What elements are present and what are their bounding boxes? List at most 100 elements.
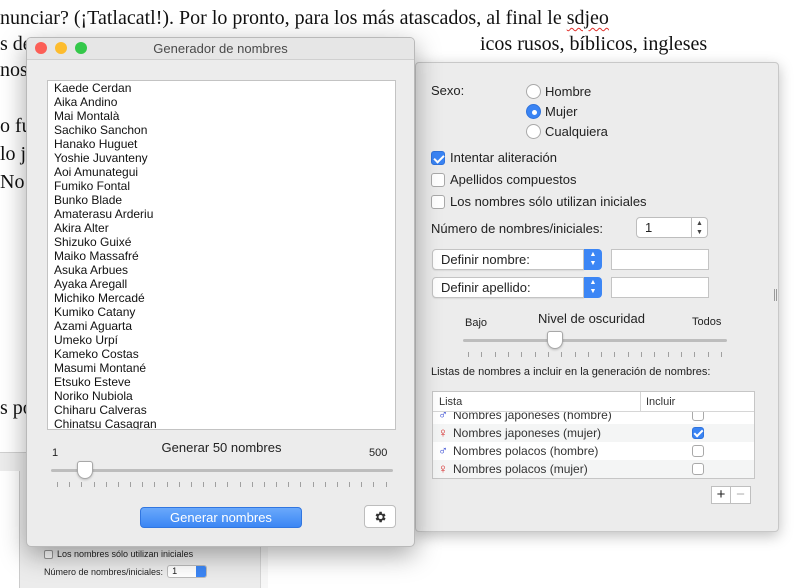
name-list-item[interactable]: Amaterasu Arderiu xyxy=(48,207,395,221)
add-list-button[interactable]: + xyxy=(711,486,731,504)
popup-arrows-icon[interactable]: ▲ ▼ xyxy=(584,277,602,298)
first-name-popup-label[interactable]: Definir nombre: xyxy=(432,249,584,270)
name-list-item[interactable]: Hanako Huguet xyxy=(48,137,395,151)
compound-surnames-checkbox[interactable] xyxy=(431,172,445,187)
table-header: Lista Incluir xyxy=(433,392,754,412)
darkness-slider-knob[interactable] xyxy=(547,331,564,349)
first-name-popup[interactable]: Definir nombre: ▲ ▼ xyxy=(432,249,602,270)
include-checkbox[interactable] xyxy=(691,463,704,475)
stepper-arrows-icon[interactable]: ▲ ▼ xyxy=(692,217,708,238)
bg-initials-checkbox[interactable] xyxy=(44,549,53,559)
slider-tick xyxy=(190,482,192,487)
window-title: Generador de nombres xyxy=(153,41,288,56)
first-name-field[interactable] xyxy=(611,249,709,270)
table-row[interactable]: ♂ Nombres polacos (hombre) xyxy=(433,442,754,460)
generated-names-list[interactable]: Kaede Cerdan Aika Andino Mai Montalà Sachik… xyxy=(47,80,396,430)
name-list-item[interactable]: Chiharu Calveras xyxy=(48,403,395,417)
name-list-item[interactable]: Ayaka Aregall xyxy=(48,277,395,291)
name-lists-table[interactable]: Lista Incluir ♂ Nombres japoneses (hombre… xyxy=(432,391,755,479)
darkness-slider-track[interactable] xyxy=(463,339,727,342)
include-checkbox[interactable] xyxy=(691,445,704,457)
include-checkbox-wrap[interactable] xyxy=(691,445,704,457)
last-name-popup[interactable]: Definir apellido: ▲ ▼ xyxy=(432,277,602,298)
name-list-item[interactable]: Kumiko Catany xyxy=(48,305,395,319)
initials-only-checkbox[interactable] xyxy=(431,194,445,209)
name-list-item[interactable]: Aika Andino xyxy=(48,95,395,109)
slider-tick xyxy=(239,482,241,487)
doc-line-3-text: nos xyxy=(0,59,28,81)
misspelled-word[interactable]: sdjeo xyxy=(567,7,609,29)
doc-line-6: No xyxy=(0,170,24,194)
name-list-item[interactable]: Aoi Amunategui xyxy=(48,165,395,179)
bg-initials-checkbox-row[interactable]: Los nombres sólo utilizan iniciales xyxy=(44,549,193,559)
slider-tick xyxy=(601,352,603,357)
name-list-item[interactable]: Sachiko Sanchon xyxy=(48,123,395,137)
name-list-item[interactable]: Noriko Nubiola xyxy=(48,389,395,403)
name-count-value[interactable]: 1 xyxy=(636,217,692,238)
slider-tick xyxy=(154,482,156,487)
include-checkbox-wrap[interactable] xyxy=(691,412,704,421)
count-slider-track[interactable] xyxy=(51,469,393,472)
name-list-item[interactable]: Kameko Costas xyxy=(48,347,395,361)
name-list-item[interactable]: Etsuko Esteve xyxy=(48,375,395,389)
last-name-field[interactable] xyxy=(611,277,709,298)
count-slider-min: 1 xyxy=(52,447,59,459)
alliteration-label: Intentar aliteración xyxy=(450,150,557,165)
include-checkbox-wrap[interactable] xyxy=(691,463,704,475)
slider-tick xyxy=(166,482,168,487)
settings-button[interactable] xyxy=(364,505,396,528)
initials-only-checkbox-row[interactable]: Los nombres sólo utilizan iniciales xyxy=(431,194,647,209)
remove-list-button[interactable]: − xyxy=(731,486,751,504)
column-header-list[interactable]: Lista xyxy=(433,392,641,411)
alliteration-checkbox[interactable] xyxy=(431,150,445,165)
count-slider-knob[interactable] xyxy=(77,461,94,479)
title-bar[interactable]: Generador de nombres xyxy=(27,38,414,60)
slider-tick xyxy=(130,482,132,487)
name-list-item[interactable]: Shizuko Guixé xyxy=(48,235,395,249)
bg-count-stepper[interactable]: 1 xyxy=(167,565,208,578)
include-checkbox[interactable] xyxy=(691,412,704,421)
name-list-item[interactable]: Azami Aguarta xyxy=(48,319,395,333)
name-list-item[interactable]: Michiko Mercadé xyxy=(48,291,395,305)
include-checkbox[interactable] xyxy=(691,427,704,439)
table-row[interactable]: ♀ Nombres japoneses (mujer) xyxy=(433,424,754,442)
alliteration-checkbox-row[interactable]: Intentar aliteración xyxy=(431,150,557,165)
name-list-item[interactable]: Bunko Blade xyxy=(48,193,395,207)
popup-arrows-icon[interactable]: ▲ ▼ xyxy=(584,249,602,270)
name-list-item[interactable]: Yoshie Juvanteny xyxy=(48,151,395,165)
lists-caption: Listas de nombres a incluir en la genera… xyxy=(431,366,711,378)
last-name-popup-label[interactable]: Definir apellido: xyxy=(432,277,584,298)
initials-only-label: Los nombres sólo utilizan iniciales xyxy=(450,194,647,209)
slider-tick xyxy=(142,482,144,487)
slider-tick xyxy=(681,352,682,357)
name-list-item[interactable]: Maiko Massafré xyxy=(48,249,395,263)
name-count-label: Número de nombres/iniciales: xyxy=(431,221,603,236)
name-list-item[interactable]: Asuka Arbues xyxy=(48,263,395,277)
generate-names-button[interactable]: Generar nombres xyxy=(140,507,302,528)
column-header-include[interactable]: Incluir xyxy=(641,392,675,411)
name-list-item[interactable]: Fumiko Fontal xyxy=(48,179,395,193)
name-list-item[interactable]: Akira Alter xyxy=(48,221,395,235)
name-list-item[interactable]: Masumi Montané xyxy=(48,361,395,375)
name-list-item[interactable]: Chinatsu Casagran xyxy=(48,417,395,429)
radio-cualquiera-indicator[interactable] xyxy=(526,124,541,139)
compound-surnames-label: Apellidos compuestos xyxy=(450,172,577,187)
table-row[interactable]: ♂ Nombres japoneses (hombre) xyxy=(433,412,754,424)
radio-hombre-indicator[interactable] xyxy=(526,84,541,99)
table-row[interactable]: ♀ Nombres polacos (mujer) xyxy=(433,460,754,478)
bg-count-stepper-arrows[interactable] xyxy=(196,566,207,577)
radio-mujer-indicator[interactable] xyxy=(526,104,541,119)
name-list-item[interactable]: Kaede Cerdan xyxy=(48,81,395,95)
include-checkbox-wrap[interactable] xyxy=(691,427,704,439)
sex-radio-hombre[interactable]: Hombre xyxy=(526,84,591,99)
compound-surnames-checkbox-row[interactable]: Apellidos compuestos xyxy=(431,172,576,187)
sex-radio-cualquiera[interactable]: Cualquiera xyxy=(526,124,608,139)
slider-tick xyxy=(507,352,509,357)
doc-line-6-text: No xyxy=(0,171,25,193)
name-list-item[interactable]: Umeko Urpí xyxy=(48,333,395,347)
name-list-item[interactable]: Mai Montalà xyxy=(48,109,395,123)
bg-count-row: Número de nombres/iniciales: 1 xyxy=(44,565,208,578)
name-count-stepper[interactable]: 1 ▲ ▼ xyxy=(636,217,708,238)
panel-resize-grip[interactable] xyxy=(774,289,777,301)
sex-radio-mujer[interactable]: Mujer xyxy=(526,104,578,119)
